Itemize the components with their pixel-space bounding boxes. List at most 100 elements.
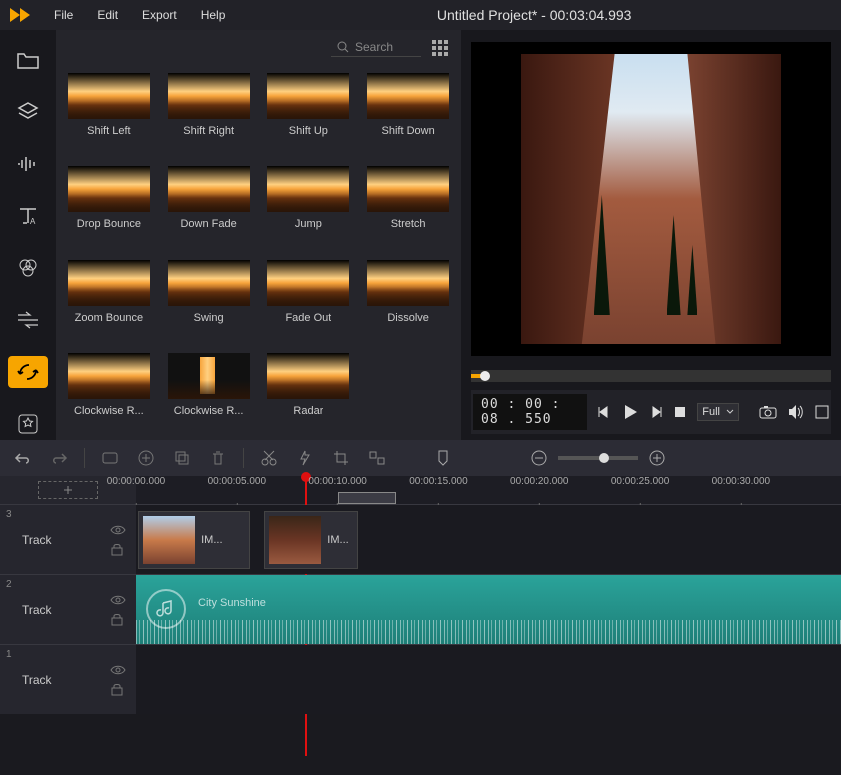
track-number: 2 [6, 579, 12, 590]
track-row-3: 3 Track IM...IM... [0, 504, 841, 574]
grid-view-icon[interactable] [431, 39, 449, 57]
effect-item[interactable]: Fade Out [266, 260, 352, 339]
effect-thumb [367, 260, 449, 306]
rail-transitions-icon[interactable] [8, 304, 48, 336]
rail-animations-icon[interactable] [8, 356, 48, 388]
visibility-icon[interactable] [110, 524, 126, 536]
tool-cut-icon[interactable] [258, 447, 280, 469]
effect-thumb [68, 73, 150, 119]
menu-export[interactable]: Export [132, 4, 187, 26]
preview-frame[interactable] [471, 42, 831, 356]
time-ruler[interactable]: 00:00:00.00000:00:05.00000:00:10.00000:0… [0, 476, 841, 504]
rail-media-icon[interactable] [8, 44, 48, 76]
effect-item[interactable]: Radar [266, 353, 352, 432]
prev-frame-button[interactable] [597, 401, 611, 423]
lock-icon[interactable] [110, 542, 124, 556]
preview-panel: 00 : 00 : 08 . 550 Full [461, 30, 841, 440]
effect-thumb [267, 166, 349, 212]
zoom-out-button[interactable] [528, 447, 550, 469]
add-track-button[interactable] [38, 481, 98, 499]
tool-delete-icon[interactable] [207, 447, 229, 469]
effect-item[interactable]: Stretch [365, 166, 451, 245]
search-placeholder: Search [355, 40, 393, 54]
effect-item[interactable]: Swing [166, 260, 252, 339]
main-area: A Search Shift LeftShift RightShift UpSh… [0, 30, 841, 440]
track-header-1[interactable]: 1 Track [0, 645, 136, 714]
effect-label: Radar [293, 405, 323, 417]
effect-thumb [168, 353, 250, 399]
track-body-3[interactable]: IM...IM... [136, 505, 841, 574]
effect-label: Shift Up [289, 125, 328, 137]
track-row-2: 2 Track City Sunshine [0, 574, 841, 644]
search-box[interactable]: Search [331, 38, 421, 57]
redo-button[interactable] [48, 447, 70, 469]
rail-filters-icon[interactable] [8, 252, 48, 284]
preview-scrubber[interactable] [471, 370, 831, 382]
left-rail: A [0, 30, 56, 440]
lock-icon[interactable] [110, 682, 124, 696]
effect-label: Jump [295, 218, 322, 230]
effect-item[interactable]: Drop Bounce [66, 166, 152, 245]
effects-header: Search [56, 30, 461, 65]
effect-thumb [168, 260, 250, 306]
lock-icon[interactable] [110, 612, 124, 626]
track-body-2[interactable]: City Sunshine [136, 575, 841, 644]
tool-add-icon[interactable] [99, 447, 121, 469]
tool-crop-icon[interactable] [330, 447, 352, 469]
menu-help[interactable]: Help [191, 4, 236, 26]
effect-item[interactable]: Clockwise R... [66, 353, 152, 432]
rail-audio-icon[interactable] [8, 148, 48, 180]
svg-text:A: A [30, 217, 36, 226]
track-header-3[interactable]: 3 Track [0, 505, 136, 574]
tool-snap-icon[interactable] [366, 447, 388, 469]
effect-label: Stretch [391, 218, 426, 230]
track-header-2[interactable]: 2 Track [0, 575, 136, 644]
visibility-icon[interactable] [110, 664, 126, 676]
track-name: Track [10, 603, 102, 617]
snapshot-button[interactable] [759, 401, 777, 423]
clip-thumb [143, 516, 195, 564]
track-body-1[interactable] [136, 645, 841, 714]
effect-item[interactable]: Jump [266, 166, 352, 245]
zoom-slider[interactable] [558, 456, 638, 460]
tool-marker-icon[interactable] [432, 447, 454, 469]
next-frame-button[interactable] [649, 401, 663, 423]
track-icons [110, 664, 126, 696]
effect-item[interactable]: Shift Down [365, 73, 451, 152]
zoom-in-button[interactable] [646, 447, 668, 469]
effect-label: Drop Bounce [77, 218, 141, 230]
menu-edit[interactable]: Edit [87, 4, 128, 26]
undo-button[interactable] [12, 447, 34, 469]
tool-speed-icon[interactable] [294, 447, 316, 469]
effect-item[interactable]: Down Fade [166, 166, 252, 245]
effects-grid: Shift Left Shift Right Shift Up Shift Down D… [56, 65, 461, 440]
effect-label: Shift Left [87, 125, 130, 137]
video-clip[interactable]: IM... [264, 511, 358, 569]
rail-text-icon[interactable]: A [8, 200, 48, 232]
play-button[interactable] [621, 401, 639, 423]
effect-item[interactable]: Dissolve [365, 260, 451, 339]
fullscreen-button[interactable] [815, 401, 829, 423]
audio-clip[interactable]: City Sunshine [136, 575, 841, 644]
rail-layers-icon[interactable] [8, 96, 48, 128]
quality-select[interactable]: Full [697, 403, 739, 421]
effect-item[interactable]: Shift Up [266, 73, 352, 152]
visibility-icon[interactable] [110, 594, 126, 606]
video-clip[interactable]: IM... [138, 511, 250, 569]
effect-item[interactable]: Shift Left [66, 73, 152, 152]
effect-item[interactable]: Shift Right [166, 73, 252, 152]
effect-thumb [68, 353, 150, 399]
effect-item[interactable]: Zoom Bounce [66, 260, 152, 339]
stop-button[interactable] [673, 401, 687, 423]
volume-button[interactable] [787, 401, 805, 423]
quality-label: Full [702, 406, 720, 418]
menu-file[interactable]: File [44, 4, 83, 26]
effect-item[interactable]: Clockwise R... [166, 353, 252, 432]
ruler-body[interactable]: 00:00:00.00000:00:05.00000:00:10.00000:0… [136, 476, 841, 504]
track-number: 1 [6, 649, 12, 660]
tool-plus-icon[interactable] [135, 447, 157, 469]
rail-favorites-icon[interactable] [8, 408, 48, 440]
tool-copy-icon[interactable] [171, 447, 193, 469]
effect-thumb [267, 73, 349, 119]
effect-thumb [68, 166, 150, 212]
